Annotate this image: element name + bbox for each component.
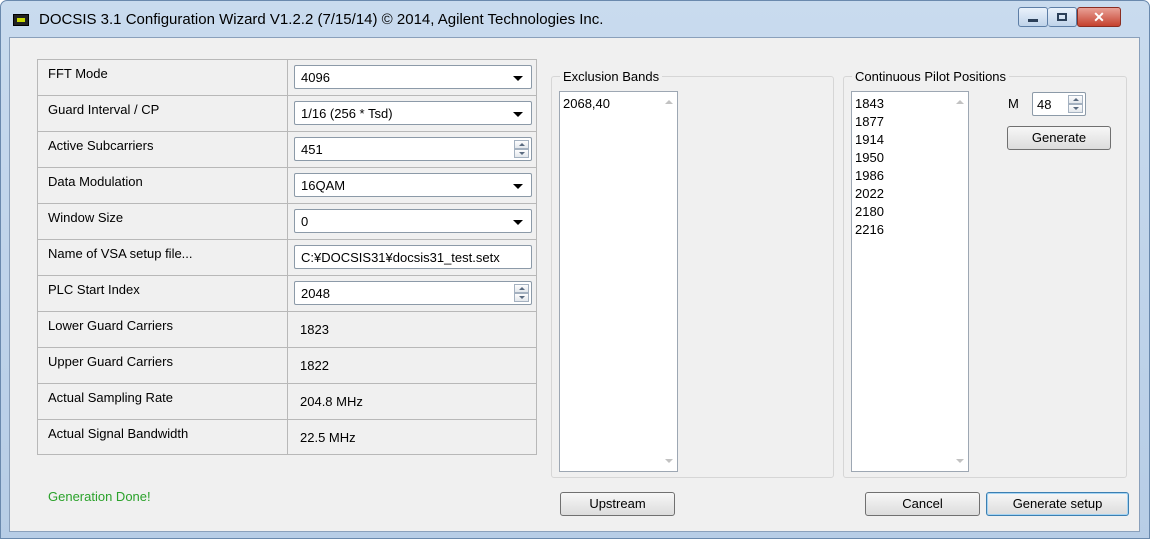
signal-bandwidth-label: Actual Signal Bandwidth — [38, 420, 288, 454]
active-subcarriers-stepper[interactable]: 451 — [294, 137, 532, 161]
pilot-positions-items: 1843 1877 1914 1950 1986 2022 2180 2216 — [855, 95, 884, 239]
scroll-down-icon[interactable] — [956, 459, 964, 463]
row-sampling-rate: Actual Sampling Rate 204.8 MHz — [37, 383, 537, 419]
m-label: M — [1008, 96, 1019, 111]
list-item[interactable]: 2022 — [855, 185, 884, 203]
minimize-icon — [1028, 19, 1038, 22]
data-modulation-value: 16QAM — [301, 178, 346, 193]
pilot-scrollbar[interactable] — [951, 92, 968, 471]
row-plc-start: PLC Start Index 2048 — [37, 275, 537, 311]
wizard-window: DOCSIS 3.1 Configuration Wizard V1.2.2 (… — [0, 0, 1150, 539]
spin-up-icon[interactable] — [1068, 95, 1083, 104]
chevron-down-icon[interactable] — [513, 76, 523, 81]
m-value: 48 — [1037, 97, 1052, 112]
pilot-positions-list[interactable]: 1843 1877 1914 1950 1986 2022 2180 2216 — [851, 91, 969, 472]
cancel-button[interactable]: Cancel — [865, 492, 980, 516]
row-upper-guard: Upper Guard Carriers 1822 — [37, 347, 537, 383]
vsa-file-input[interactable]: C:¥DOCSIS31¥docsis31_test.setx — [294, 245, 532, 269]
spin-up-icon[interactable] — [514, 140, 529, 149]
chevron-down-icon[interactable] — [513, 220, 523, 225]
guard-interval-select[interactable]: 1/16 (256 * Tsd) — [294, 101, 532, 125]
list-item[interactable]: 2216 — [855, 221, 884, 239]
row-vsa-file: Name of VSA setup file... C:¥DOCSIS31¥do… — [37, 239, 537, 275]
exclusion-bands-title: Exclusion Bands — [560, 69, 663, 84]
fft-mode-select[interactable]: 4096 — [294, 65, 532, 89]
close-button[interactable]: ✕ — [1077, 7, 1121, 27]
vsa-file-value: C:¥DOCSIS31¥docsis31_test.setx — [301, 250, 500, 265]
client-area: FFT Mode 4096 Guard Interval / CP 1/16 (… — [9, 37, 1140, 532]
upper-guard-value: 1822 — [300, 358, 329, 373]
title-bar[interactable]: DOCSIS 3.1 Configuration Wizard V1.2.2 (… — [1, 1, 1149, 37]
data-modulation-label: Data Modulation — [38, 168, 288, 203]
status-text: Generation Done! — [48, 489, 151, 504]
row-signal-bandwidth: Actual Signal Bandwidth 22.5 MHz — [37, 419, 537, 455]
plc-start-stepper[interactable]: 2048 — [294, 281, 532, 305]
list-item[interactable]: 2068,40 — [563, 95, 610, 113]
maximize-icon — [1057, 13, 1067, 21]
close-icon: ✕ — [1093, 9, 1105, 25]
lower-guard-value: 1823 — [300, 322, 329, 337]
window-title: DOCSIS 3.1 Configuration Wizard V1.2.2 (… — [39, 11, 604, 28]
vsa-file-button[interactable]: Name of VSA setup file... — [38, 240, 288, 275]
list-item[interactable]: 1950 — [855, 149, 884, 167]
app-icon — [13, 14, 29, 26]
sampling-rate-label: Actual Sampling Rate — [38, 384, 288, 419]
generate-button[interactable]: Generate — [1007, 126, 1111, 150]
list-item[interactable]: 1843 — [855, 95, 884, 113]
list-item[interactable]: 2180 — [855, 203, 884, 221]
minimize-button[interactable] — [1018, 7, 1048, 27]
row-data-modulation: Data Modulation 16QAM — [37, 167, 537, 203]
upper-guard-label: Upper Guard Carriers — [38, 348, 288, 383]
m-stepper[interactable]: 48 — [1032, 92, 1086, 116]
exclusion-scrollbar[interactable] — [660, 92, 677, 471]
exclusion-bands-items: 2068,40 — [563, 95, 610, 113]
data-modulation-select[interactable]: 16QAM — [294, 173, 532, 197]
upstream-button[interactable]: Upstream — [560, 492, 675, 516]
chevron-down-icon[interactable] — [513, 112, 523, 117]
window-size-select[interactable]: 0 — [294, 209, 532, 233]
guard-interval-value: 1/16 (256 * Tsd) — [301, 106, 393, 121]
row-lower-guard: Lower Guard Carriers 1823 — [37, 311, 537, 347]
fft-mode-value: 4096 — [301, 70, 330, 85]
spin-down-icon[interactable] — [514, 293, 529, 302]
plc-start-value: 2048 — [301, 286, 330, 301]
list-item[interactable]: 1986 — [855, 167, 884, 185]
spin-up-icon[interactable] — [514, 284, 529, 293]
row-window-size: Window Size 0 — [37, 203, 537, 239]
list-item[interactable]: 1914 — [855, 131, 884, 149]
scroll-up-icon[interactable] — [956, 100, 964, 104]
sampling-rate-value: 204.8 MHz — [300, 394, 363, 409]
spin-down-icon[interactable] — [1068, 104, 1083, 113]
row-fft-mode: FFT Mode 4096 — [37, 59, 537, 95]
pilot-positions-title: Continuous Pilot Positions — [852, 69, 1010, 84]
plc-start-label: PLC Start Index — [38, 276, 288, 311]
maximize-button[interactable] — [1048, 7, 1077, 27]
active-subcarriers-value: 451 — [301, 142, 323, 157]
guard-interval-label: Guard Interval / CP — [38, 96, 288, 131]
generate-setup-button[interactable]: Generate setup — [986, 492, 1129, 516]
chevron-down-icon[interactable] — [513, 184, 523, 189]
row-guard-interval: Guard Interval / CP 1/16 (256 * Tsd) — [37, 95, 537, 131]
fft-mode-label: FFT Mode — [38, 60, 288, 95]
scroll-up-icon[interactable] — [665, 100, 673, 104]
exclusion-bands-list[interactable]: 2068,40 — [559, 91, 678, 472]
row-active-subcarriers: Active Subcarriers 451 — [37, 131, 537, 167]
window-size-value: 0 — [301, 214, 309, 229]
signal-bandwidth-value: 22.5 MHz — [300, 430, 356, 445]
window-size-label: Window Size — [38, 204, 288, 239]
list-item[interactable]: 1877 — [855, 113, 884, 131]
active-subcarriers-label: Active Subcarriers — [38, 132, 288, 167]
scroll-down-icon[interactable] — [665, 459, 673, 463]
spin-down-icon[interactable] — [514, 149, 529, 158]
lower-guard-label: Lower Guard Carriers — [38, 312, 288, 347]
